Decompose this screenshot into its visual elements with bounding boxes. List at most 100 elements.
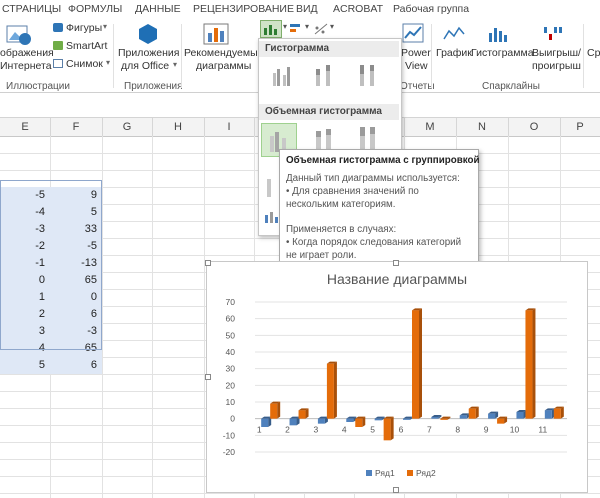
tab-page-layout[interactable]: СТРАНИЦЫ [2, 3, 61, 15]
shapes-button[interactable]: Фигуры [66, 22, 102, 34]
x-tick-label: 2 [285, 425, 290, 435]
chart-resize-handle[interactable] [393, 260, 399, 266]
bar-series1[interactable] [516, 410, 527, 419]
column-chart-dropdown-icon[interactable]: ▾ [283, 22, 287, 31]
office-apps-icon [139, 24, 157, 44]
cell-f[interactable]: 6 [50, 357, 102, 374]
tab-workgroup[interactable]: Рабочая группа [393, 3, 469, 15]
smartart-button[interactable]: SmartArt [66, 40, 107, 52]
tooltip-line: • Для сравнения значений по [286, 186, 419, 197]
slicer-button-label[interactable]: Ср [587, 47, 600, 59]
bar-series2[interactable] [355, 416, 366, 427]
group-reports: Отчеты [400, 81, 435, 92]
bar-series2[interactable] [412, 308, 422, 419]
scatter-chart-dropdown-icon[interactable]: ▾ [330, 22, 334, 31]
x-tick-label: 5 [370, 425, 375, 435]
tab-formulas[interactable]: ФОРМУЛЫ [68, 3, 122, 15]
bar-series1[interactable] [488, 411, 499, 419]
column-header-e[interactable]: E [0, 118, 51, 136]
bar-chart-icon[interactable] [289, 22, 305, 36]
cell-e[interactable]: 5 [0, 357, 50, 374]
sparkline-column-icon [489, 28, 507, 42]
shapes-icon [53, 23, 63, 32]
column-header-o[interactable]: O [508, 118, 561, 136]
chart-bars [261, 308, 564, 441]
bar-series1[interactable] [346, 416, 357, 422]
apps-label-1[interactable]: Приложения [118, 47, 179, 59]
screenshot-button[interactable]: Снимок [66, 58, 103, 70]
bar-series1[interactable] [261, 416, 272, 427]
bar-series2[interactable] [326, 361, 337, 419]
recommended-charts-label-2[interactable]: диаграммы [196, 60, 251, 72]
bar-series2[interactable] [270, 401, 281, 419]
column-header-h[interactable]: H [152, 118, 205, 136]
legend-swatch-series2 [407, 470, 413, 476]
scatter-chart-icon[interactable] [313, 22, 329, 36]
bar-series1[interactable] [374, 416, 385, 421]
tab-acrobat[interactable]: ACROBAT [333, 3, 383, 15]
sparkline-winloss-label-1[interactable]: Выигрыш/ [532, 47, 581, 59]
chart-area[interactable]: Название диаграммы 70 60 50 40 30 20 10 0 -10 -20… [205, 260, 588, 493]
bar-series2[interactable] [298, 408, 309, 419]
screenshot-dropdown-icon[interactable]: ▾ [106, 58, 110, 67]
bar-series2[interactable] [468, 406, 479, 419]
bar-series1[interactable] [403, 416, 413, 420]
bar-series2[interactable] [383, 416, 394, 441]
bar-series1[interactable] [289, 416, 300, 426]
bar-chart-dropdown-icon[interactable]: ▾ [305, 22, 309, 31]
ribbon-separator [431, 24, 432, 88]
bar-series2[interactable] [553, 406, 564, 419]
bar-series2[interactable] [440, 416, 451, 420]
column-header-f[interactable]: F [50, 118, 103, 136]
power-view-label-2[interactable]: View [405, 60, 428, 72]
sparkline-winloss-label-2[interactable]: проигрыш [532, 60, 581, 72]
legend-label-series2: Ряд2 [416, 468, 436, 478]
chart-resize-handle[interactable] [393, 487, 399, 493]
legend-label-series1: Ряд1 [375, 468, 395, 478]
percent-stacked-column-icon[interactable] [357, 63, 379, 87]
y-tick-label: -20 [223, 447, 236, 457]
column-header-g[interactable]: G [102, 118, 153, 136]
clustered-column-icon[interactable] [271, 63, 293, 87]
bar-series2[interactable] [497, 416, 508, 424]
dropdown-section-column: Гистограмма [259, 41, 399, 57]
tab-data[interactable]: ДАННЫЕ [135, 3, 181, 15]
stacked-column-icon[interactable] [313, 63, 335, 87]
online-pictures-label-2[interactable]: Интернета [0, 60, 52, 72]
column-header-p[interactable]: P [560, 118, 600, 136]
chart-title[interactable]: Название диаграммы [327, 271, 467, 287]
ribbon-separator [181, 24, 182, 88]
bar-series1[interactable] [317, 416, 328, 424]
y-tick-label: -10 [223, 430, 236, 440]
bar-series2[interactable] [525, 308, 536, 419]
bar-series1[interactable] [459, 413, 470, 419]
column-header-i[interactable]: I [204, 118, 255, 136]
power-view-icon [402, 23, 424, 43]
apps-label-2[interactable]: для Office [121, 60, 169, 72]
apps-dropdown-icon[interactable]: ▾ [173, 60, 177, 69]
power-view-label-1[interactable]: Power [401, 47, 431, 59]
bar-series1[interactable] [431, 415, 442, 419]
x-tick-label: 10 [510, 425, 520, 435]
chart-legend[interactable]: Ряд1 Ряд2 [366, 468, 436, 478]
column-header-n[interactable]: N [456, 118, 509, 136]
selection-range[interactable] [0, 180, 102, 350]
online-pictures-icon [6, 25, 31, 45]
tab-view[interactable]: ВИД [296, 3, 318, 15]
column-chart-button[interactable] [260, 20, 282, 38]
online-pictures-label-1[interactable]: ображения [0, 47, 54, 59]
bar-series1[interactable] [544, 408, 555, 419]
recommended-charts-label-1[interactable]: Рекомендуемые [184, 47, 264, 59]
sparkline-line-button[interactable]: График [436, 47, 472, 59]
sparkline-column-button[interactable]: Гистограмма [471, 47, 534, 59]
tooltip-line: Данный тип диаграммы используется: [286, 173, 460, 184]
chart-gridlines [255, 301, 567, 453]
3d-column-icon[interactable] [261, 175, 281, 199]
column-header-m[interactable]: M [404, 118, 457, 136]
tab-review[interactable]: РЕЦЕНЗИРОВАНИЕ [193, 3, 294, 15]
shapes-dropdown-icon[interactable]: ▾ [103, 22, 107, 31]
chart-resize-handle[interactable] [205, 260, 211, 266]
tooltip-title: Объемная гистограмма с группировкой [286, 155, 480, 166]
y-tick-label: 20 [226, 380, 236, 390]
chart-resize-handle[interactable] [205, 374, 211, 380]
